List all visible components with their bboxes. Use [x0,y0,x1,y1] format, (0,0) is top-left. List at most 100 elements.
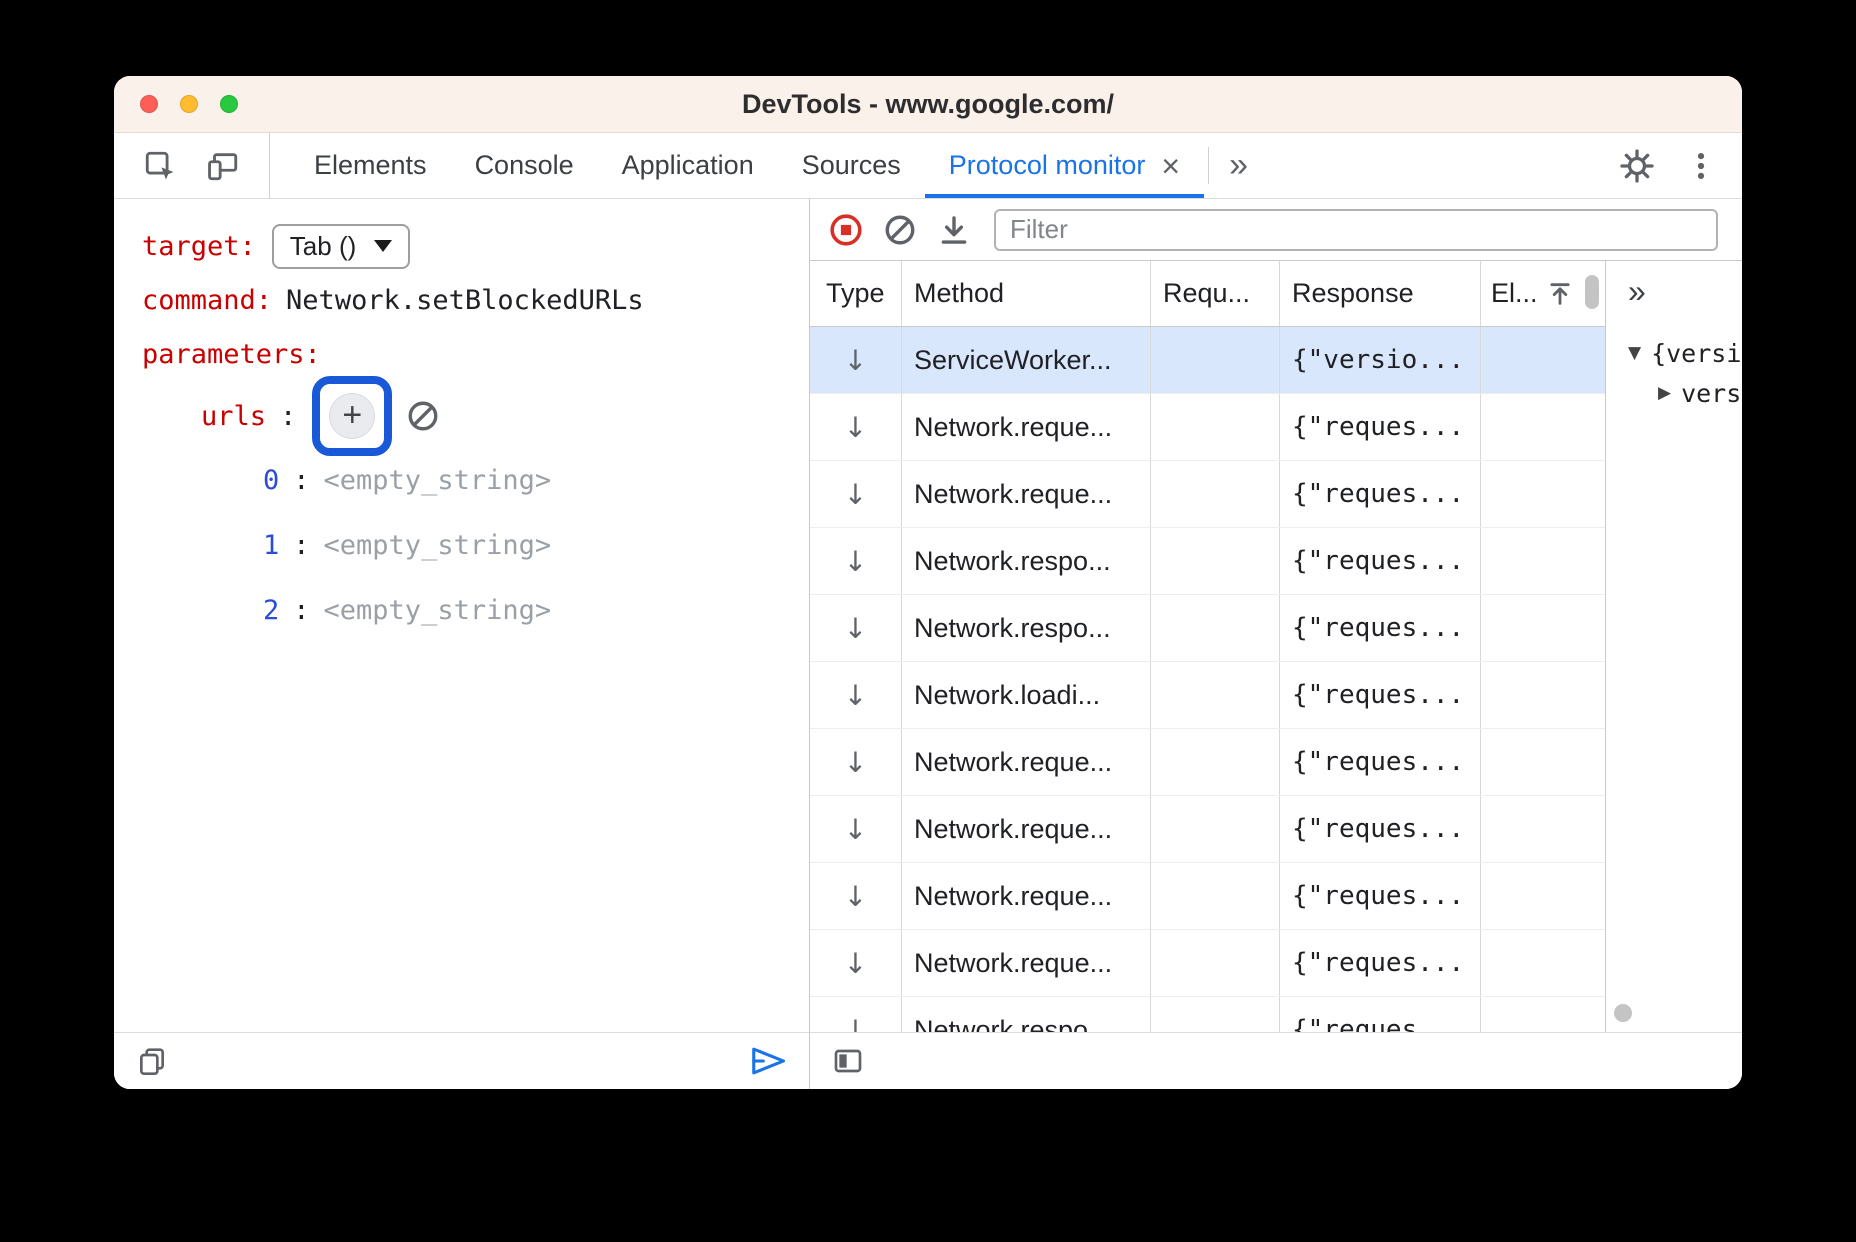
target-line: target: Tab () [142,229,809,263]
events-table: Type Method Requ... Response El... [810,261,1605,1032]
table-header-row: Type Method Requ... Response El... [810,261,1605,327]
url-item-line: 2 : <empty_string> [142,593,809,627]
tab-elements[interactable]: Elements [290,133,451,198]
devtools-window: DevTools - www.google.com/ Elements Cons… [114,76,1742,1089]
array-index: 1 [263,530,279,561]
send-icon [749,1044,787,1078]
array-index: 2 [263,595,279,626]
column-header-type[interactable]: Type [810,261,902,326]
panel-left-icon [832,1045,864,1077]
target-select[interactable]: Tab () [272,224,410,269]
url-item-line: 1 : <empty_string> [142,528,809,562]
column-header-request[interactable]: Requ... [1151,261,1280,326]
command-value[interactable]: Network.setBlockedURLs [286,285,644,316]
received-event-icon: ↓ [844,880,867,913]
urls-line: urls : + [142,373,809,459]
panel-tabs: Elements Console Application Sources Pro… [290,133,1264,198]
toolbar-left-icons [114,133,270,198]
table-row[interactable]: ↓ Network.reque... {"reques... [810,729,1605,796]
close-traffic-light[interactable] [140,95,158,113]
table-row[interactable]: ↓ ServiceWorker... {"versio... [810,327,1605,394]
inspect-element-button[interactable] [143,149,177,183]
colon: : [293,595,309,626]
parameters-label: parameters: [142,339,321,370]
copy-command-button[interactable] [136,1045,168,1077]
tree-item[interactable]: ▶ versio [1628,373,1742,413]
record-button[interactable] [824,208,868,252]
empty-string-value[interactable]: <empty_string> [324,530,552,561]
empty-string-value[interactable]: <empty_string> [324,595,552,626]
monitor-bottom-toolbar [810,1032,1742,1089]
save-button[interactable] [932,208,976,252]
response-tree: ▼ {versio ▶ versio [1628,333,1742,413]
expand-sidebar-button[interactable]: » [1628,275,1742,307]
command-label: command: [142,285,272,316]
table-rows-viewport: ↓ ServiceWorker... {"versio... ↓ Network… [810,327,1605,1032]
add-url-button[interactable]: + [329,393,375,439]
table-row[interactable]: ↓ Network.reque... {"reques... [810,930,1605,997]
double-chevron-icon: » [1628,273,1646,309]
table-row[interactable]: ↓ Network.loadi... {"reques... [810,662,1605,729]
send-command-button[interactable] [749,1044,787,1078]
received-event-icon: ↓ [844,411,867,444]
sort-ascending-icon [1546,280,1574,308]
zoom-traffic-light[interactable] [220,95,238,113]
json-editor: target: Tab () command: Network.setBlock… [114,199,809,1032]
tab-separator [1208,147,1209,184]
download-icon [937,213,971,247]
received-event-icon: ↓ [844,1014,867,1033]
kebab-menu-icon[interactable] [1672,133,1730,198]
protocol-monitor-pane: Type Method Requ... Response El... [810,199,1742,1089]
monitor-body: Type Method Requ... Response El... [810,261,1742,1032]
empty-string-value[interactable]: <empty_string> [324,465,552,496]
colon: : [280,401,296,432]
tab-sources[interactable]: Sources [778,133,925,198]
received-event-icon: ↓ [844,344,867,377]
clear-button[interactable] [878,208,922,252]
dropdown-arrow-icon [374,240,392,252]
toggle-sidebar-button[interactable] [832,1045,864,1077]
tab-application[interactable]: Application [598,133,778,198]
sidebar-scrollbar-thumb[interactable] [1614,1004,1632,1022]
tab-protocol-monitor[interactable]: Protocol monitor × [925,133,1204,198]
target-label: target: [142,231,256,262]
table-row[interactable]: ↓ Network.reque... {"reques... [810,394,1605,461]
window-controls [140,76,238,132]
table-row[interactable]: ↓ Network.respo... {"reques... [810,595,1605,662]
parameters-line: parameters: [142,337,809,371]
filter-input[interactable] [994,209,1718,251]
vertical-scrollbar-thumb[interactable] [1585,275,1599,309]
table-row[interactable]: ↓ Network.respo... {"reques... [810,997,1605,1032]
minimize-traffic-light[interactable] [180,95,198,113]
editor-bottom-toolbar [114,1032,809,1089]
close-tab-icon[interactable]: × [1161,150,1180,182]
clear-urls-button[interactable] [406,399,440,433]
double-chevron-icon: » [1229,146,1248,185]
target-select-value: Tab () [290,231,356,262]
array-index: 0 [263,465,279,496]
table-row[interactable]: ↓ Network.reque... {"reques... [810,796,1605,863]
tree-item[interactable]: ▼ {versio [1628,333,1742,373]
tab-console[interactable]: Console [451,133,598,198]
column-header-response[interactable]: Response [1280,261,1481,326]
window-title: DevTools - www.google.com/ [114,89,1742,120]
tree-collapsed-arrow-icon: ▶ [1658,383,1671,403]
settings-gear-icon[interactable] [1608,133,1666,198]
main-area: target: Tab () command: Network.setBlock… [114,199,1742,1089]
device-toolbar-button[interactable] [206,149,240,183]
detail-sidebar: » ▼ {versio ▶ versio [1605,261,1742,1032]
received-event-icon: ↓ [844,679,867,712]
devtools-tab-bar: Elements Console Application Sources Pro… [114,133,1742,199]
received-event-icon: ↓ [844,478,867,511]
table-row[interactable]: ↓ Network.respo... {"reques... [810,528,1605,595]
more-tabs-button[interactable]: » [1213,133,1264,198]
colon: : [293,530,309,561]
tree-expanded-arrow-icon: ▼ [1628,343,1641,363]
table-row[interactable]: ↓ Network.reque... {"reques... [810,863,1605,930]
column-header-method[interactable]: Method [902,261,1151,326]
table-row[interactable]: ↓ Network.reque... {"reques... [810,461,1605,528]
received-event-icon: ↓ [844,545,867,578]
monitor-toolbar [810,199,1742,261]
copy-icon [136,1045,168,1077]
urls-label: urls [201,401,266,432]
